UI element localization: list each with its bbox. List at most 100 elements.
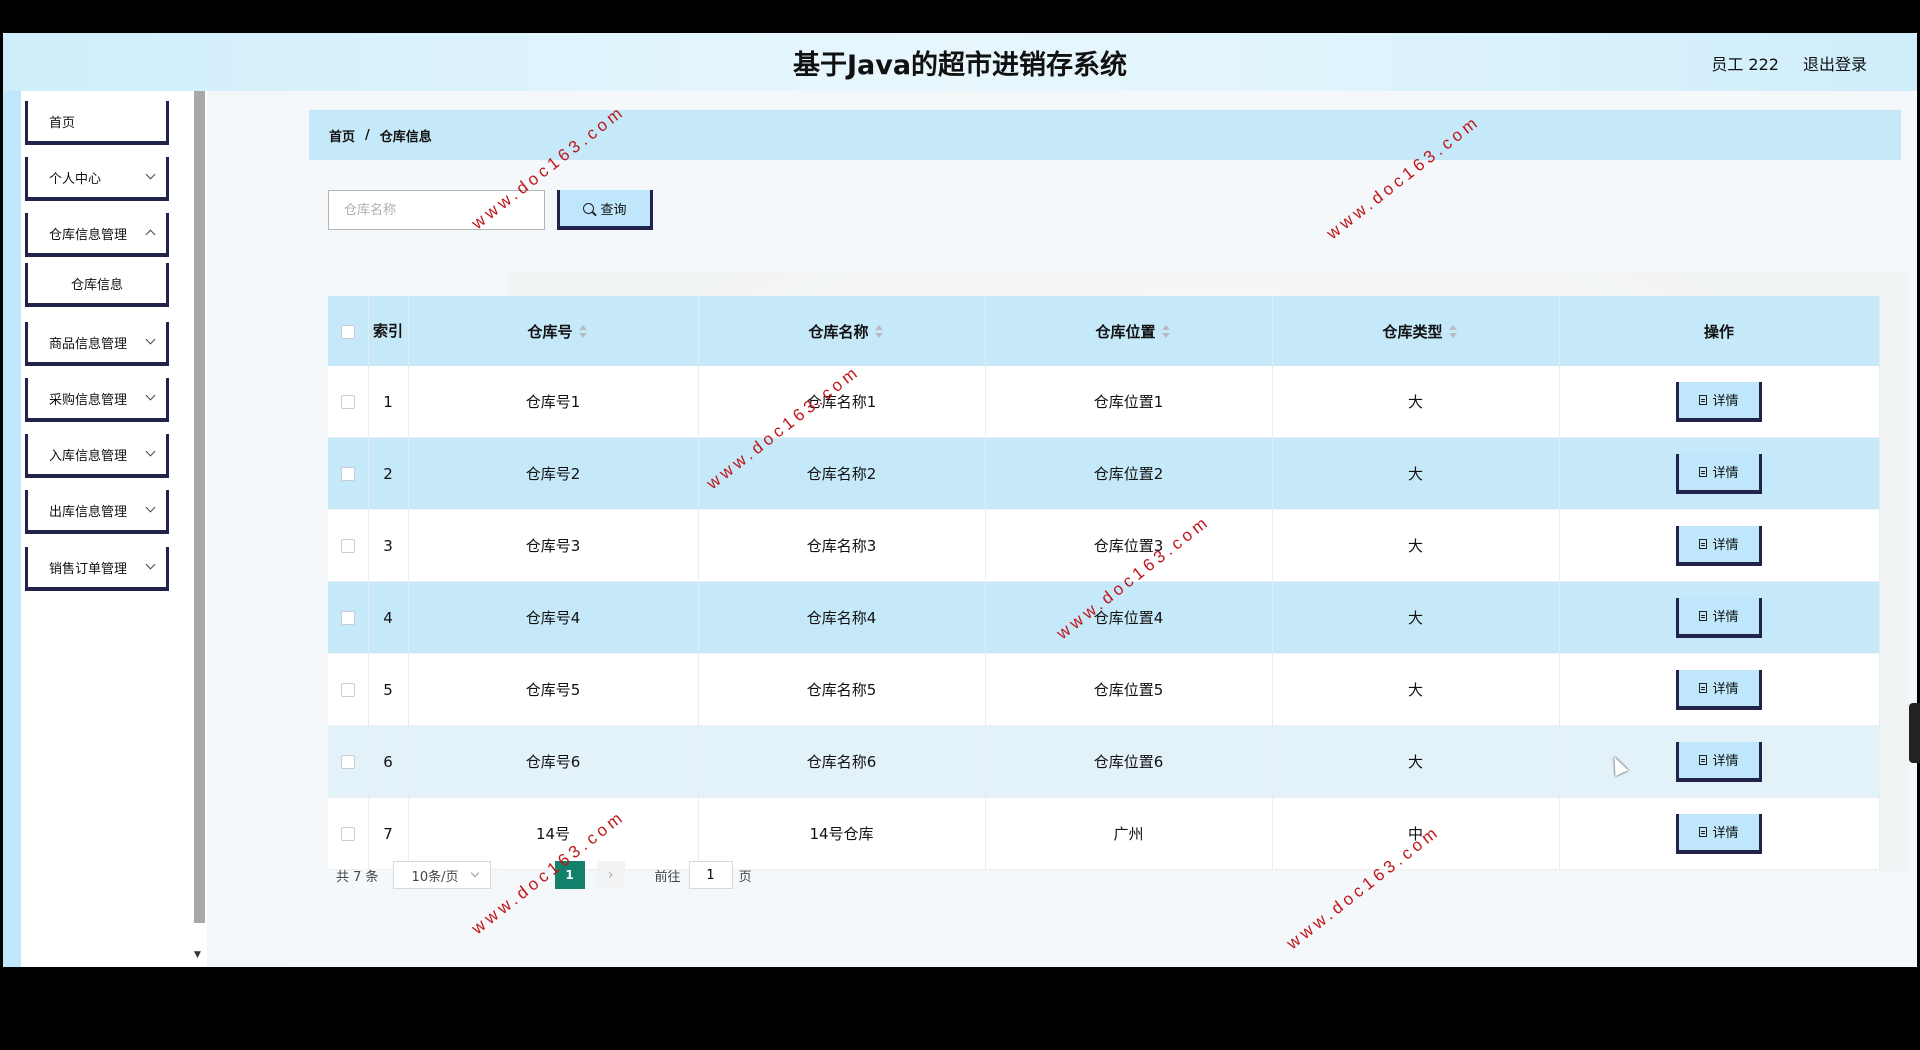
app-window: 基于Java的超市进销存系统 员工 222 退出登录 首页 个人中心 仓库信息管…: [3, 33, 1917, 967]
cell-location: 仓库位置1: [985, 366, 1273, 438]
column-header-label: 仓库号: [527, 322, 573, 341]
sidebar-item-warehouse-management[interactable]: 仓库信息管理: [25, 213, 169, 257]
cell-code: 仓库号4: [408, 581, 699, 654]
cell-type: 大: [1272, 366, 1560, 438]
sidebar-item-home[interactable]: 首页: [25, 101, 169, 145]
cell-index: 6: [368, 725, 409, 798]
row-checkbox[interactable]: [340, 539, 355, 553]
cell-type: 大: [1272, 509, 1560, 582]
row-checkbox[interactable]: [340, 611, 355, 625]
sidebar-item-label: 出库信息管理: [49, 504, 128, 520]
document-icon: [1699, 826, 1708, 837]
sidebar-item-outbound-management[interactable]: 出库信息管理: [25, 490, 169, 534]
search-icon: [583, 202, 595, 214]
sidebar-item-label: 仓库信息管理: [49, 227, 128, 243]
page-size-select[interactable]: 10条/页: [392, 861, 491, 889]
search-button[interactable]: 查询: [557, 190, 653, 230]
sidebar-item-warehouse-info[interactable]: 仓库信息: [25, 263, 169, 307]
breadcrumb-home[interactable]: 首页: [329, 126, 355, 145]
cell-index: 1: [368, 366, 409, 438]
detail-button-label: 详情: [1712, 466, 1739, 481]
document-icon: [1699, 538, 1708, 549]
table-row: 6 仓库号6 仓库名称6 仓库位置6 大 详情: [328, 725, 1880, 798]
scroll-down-icon[interactable]: ▼: [194, 950, 201, 960]
column-header-location[interactable]: 仓库位置: [985, 296, 1273, 366]
column-header-name[interactable]: 仓库名称: [698, 296, 986, 366]
document-icon: [1699, 682, 1708, 693]
detail-button[interactable]: 详情: [1676, 813, 1762, 854]
cell-location: 广州: [985, 797, 1273, 870]
cell-type: 大: [1272, 437, 1560, 510]
next-page-button[interactable]: ›: [596, 861, 625, 889]
logout-link[interactable]: 退出登录: [1803, 51, 1867, 75]
cell-action: 详情: [1559, 797, 1880, 870]
sidebar-item-inbound-management[interactable]: 入库信息管理: [25, 434, 169, 478]
document-icon: [1699, 394, 1708, 405]
detail-button[interactable]: 详情: [1676, 381, 1762, 422]
cell-action: 详情: [1559, 725, 1880, 798]
column-header-label: 仓库类型: [1382, 322, 1443, 341]
column-header-code[interactable]: 仓库号: [408, 296, 699, 366]
row-checkbox[interactable]: [340, 467, 355, 481]
cell-location: 仓库位置6: [985, 725, 1273, 798]
document-icon: [1699, 754, 1708, 765]
select-all-checkbox[interactable]: [340, 324, 355, 339]
cell-code: 仓库号6: [408, 725, 699, 798]
document-icon: [1699, 610, 1708, 621]
cell-type: 大: [1272, 581, 1560, 654]
chevron-right-icon: ›: [607, 867, 614, 883]
cell-name: 仓库名称5: [698, 653, 986, 726]
goto-page-input[interactable]: [688, 861, 733, 889]
sidebar-item-purchase-management[interactable]: 采购信息管理: [25, 378, 169, 422]
detail-button-label: 详情: [1712, 682, 1739, 697]
sidebar-item-label: 销售订单管理: [49, 561, 128, 577]
row-checkbox[interactable]: [340, 395, 355, 409]
left-strip: [3, 91, 21, 967]
sidebar-item-label: 首页: [49, 115, 76, 131]
sidebar-item-label: 个人中心: [49, 171, 102, 187]
breadcrumb-current: 仓库信息: [379, 129, 432, 145]
page-size-value: 10条/页: [411, 869, 459, 885]
detail-button[interactable]: 详情: [1676, 597, 1762, 638]
chevron-down-icon: [145, 559, 156, 570]
chevron-down-icon: [145, 390, 156, 401]
row-select-cell: [328, 653, 369, 726]
cell-location: 仓库位置5: [985, 653, 1273, 726]
detail-button-label: 详情: [1712, 610, 1739, 625]
table-row: 3 仓库号3 仓库名称3 仓库位置3 大 详情: [328, 509, 1880, 582]
detail-button[interactable]: 详情: [1676, 741, 1762, 782]
cell-action: 详情: [1559, 366, 1880, 438]
detail-button[interactable]: 详情: [1676, 669, 1762, 710]
chevron-down-icon: [145, 502, 156, 513]
column-header-label: 仓库名称: [808, 322, 869, 341]
row-select-cell: [328, 581, 369, 654]
row-checkbox[interactable]: [340, 827, 355, 841]
cell-code: 仓库号5: [408, 653, 699, 726]
cell-action: 详情: [1559, 437, 1880, 510]
goto-label: 前往: [654, 869, 681, 885]
column-header-type[interactable]: 仓库类型: [1272, 296, 1560, 366]
row-checkbox[interactable]: [340, 683, 355, 697]
sidebar-item-product-management[interactable]: 商品信息管理: [25, 322, 169, 366]
document-icon: [1699, 466, 1708, 477]
sidebar-item-sales-order-management[interactable]: 销售订单管理: [25, 547, 169, 591]
side-tab-handle[interactable]: [1909, 703, 1920, 763]
row-select-cell: [328, 437, 369, 510]
row-select-cell: [328, 797, 369, 870]
chevron-down-icon: [145, 169, 156, 180]
cell-action: 详情: [1559, 653, 1880, 726]
sidebar: 首页 个人中心 仓库信息管理 仓库信息 商品信息管理 采购信息管理 入库信息管理…: [21, 91, 191, 967]
column-header-index: 索引: [368, 296, 409, 366]
cell-action: 详情: [1559, 581, 1880, 654]
sidebar-scrollbar-thumb[interactable]: [194, 91, 205, 923]
cell-index: 4: [368, 581, 409, 654]
cell-index: 5: [368, 653, 409, 726]
column-header-action: 操作: [1559, 296, 1880, 366]
cell-type: 大: [1272, 653, 1560, 726]
row-checkbox[interactable]: [340, 755, 355, 769]
breadcrumb-separator: /: [365, 127, 370, 143]
cell-index: 7: [368, 797, 409, 870]
detail-button[interactable]: 详情: [1676, 453, 1762, 494]
sidebar-item-profile[interactable]: 个人中心: [25, 157, 169, 201]
detail-button[interactable]: 详情: [1676, 525, 1762, 566]
